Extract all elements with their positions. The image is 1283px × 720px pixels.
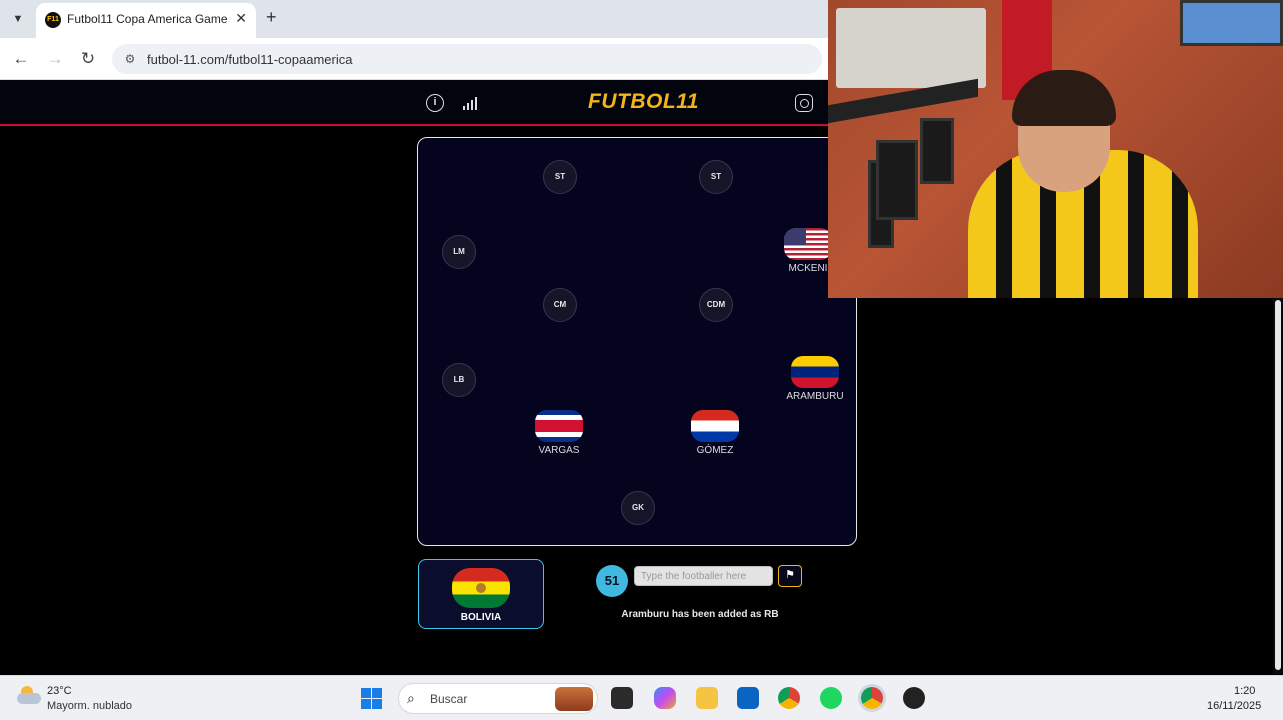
costa-rica-flag-icon — [535, 410, 583, 442]
position-slot-lb[interactable]: LB — [442, 363, 476, 397]
position-slot-cdm[interactable]: CDM — [699, 288, 733, 322]
close-tab-icon[interactable]: ✕ — [235, 10, 247, 27]
stats-bars-icon[interactable] — [461, 94, 479, 112]
position-slot-cm[interactable]: CM — [543, 288, 577, 322]
venezuela-flag-icon — [791, 356, 839, 388]
tab-search-chevron-icon[interactable]: ▼ — [8, 9, 28, 29]
file-explorer-icon[interactable] — [696, 687, 718, 709]
taskbar-search-label: Buscar — [430, 692, 468, 706]
futbol11-logo[interactable]: FUTBOL11 — [588, 90, 699, 114]
tab-title: Futbol11 Copa America Game — [67, 12, 228, 26]
player-name: VARGAS — [538, 445, 580, 456]
search-icon: ⌕ — [407, 690, 415, 706]
scrollbar-thumb[interactable] — [1275, 300, 1281, 670]
wall-frame — [920, 118, 954, 184]
spotify-icon[interactable] — [820, 687, 842, 709]
futbol11-favicon-icon: F11 — [45, 12, 61, 28]
player-cb-right[interactable]: GÓMEZ — [670, 410, 760, 456]
outlook-icon[interactable] — [737, 687, 759, 709]
forward-arrow-icon[interactable]: → — [43, 47, 67, 71]
instagram-icon[interactable] — [795, 94, 813, 112]
search-highlight-image — [555, 687, 593, 711]
weather-temp[interactable]: 23°C — [47, 685, 72, 697]
formation-pitch: ST ST LM CM CDM LB GK MCKENI ARAMBURU VA… — [417, 137, 857, 546]
site-header: i FUTBOL11 — [0, 80, 828, 126]
player-cb-left[interactable]: VARGAS — [514, 410, 604, 456]
position-slot-st-left[interactable]: ST — [543, 160, 577, 194]
wall-poster — [1180, 0, 1283, 46]
clock-time[interactable]: 1:20 — [1234, 685, 1255, 697]
footballer-input[interactable] — [634, 566, 773, 586]
remaining-counter: 51 — [596, 565, 628, 597]
browser-toolbar: ← → ↻ ⚙ futbol-11.com/futbol11-copaameri… — [0, 38, 828, 80]
chrome-active-icon[interactable] — [861, 687, 883, 709]
browser-tab[interactable]: F11 Futbol11 Copa America Game ✕ — [36, 3, 256, 38]
browser-tab-bar: ▼ F11 Futbol11 Copa America Game ✕ + — [0, 0, 828, 38]
team-name: BOLIVIA — [460, 612, 502, 623]
status-message: Aramburu has been added as RB — [621, 609, 779, 620]
webcam-overlay — [828, 0, 1283, 298]
usa-flag-icon — [784, 228, 832, 260]
clock-date[interactable]: 16/11/2025 — [1207, 700, 1261, 712]
reload-icon[interactable]: ↻ — [76, 47, 100, 71]
copilot-icon[interactable] — [654, 687, 676, 709]
page-scrollbar[interactable] — [1273, 298, 1283, 674]
taskbar-search[interactable]: ⌕ Buscar — [398, 683, 598, 714]
url-text[interactable]: futbol-11.com/futbol11-copaamerica — [147, 52, 352, 67]
position-slot-st-right[interactable]: ST — [699, 160, 733, 194]
give-up-flag-icon[interactable]: ⚑ — [778, 565, 802, 587]
player-name: ARAMBURU — [786, 391, 844, 402]
chrome-icon[interactable] — [778, 687, 800, 709]
player-rb[interactable]: ARAMBURU — [770, 356, 860, 402]
windows-start-icon[interactable] — [361, 688, 382, 709]
position-slot-gk[interactable]: GK — [621, 491, 655, 525]
toy-figures — [836, 8, 986, 88]
obs-icon[interactable] — [903, 687, 925, 709]
bolivia-flag-icon — [452, 568, 510, 608]
wall-frame — [876, 140, 918, 220]
new-tab-plus-icon[interactable]: + — [266, 7, 277, 28]
position-slot-lm[interactable]: LM — [442, 235, 476, 269]
windows-taskbar: 23°C Mayorm. nublado ⌕ Buscar 1:20 16/11… — [0, 675, 1283, 720]
task-view-icon[interactable] — [611, 687, 633, 709]
team-card: BOLIVIA — [418, 559, 544, 629]
player-name: GÓMEZ — [696, 445, 734, 456]
paraguay-flag-icon — [691, 410, 739, 442]
weather-cloud-icon[interactable] — [17, 686, 41, 704]
info-icon[interactable]: i — [426, 94, 444, 112]
weather-desc[interactable]: Mayorm. nublado — [47, 700, 132, 712]
address-bar[interactable]: ⚙ futbol-11.com/futbol11-copaamerica — [112, 44, 822, 74]
back-arrow-icon[interactable]: ← — [9, 47, 33, 71]
site-settings-icon[interactable]: ⚙ — [122, 51, 138, 67]
